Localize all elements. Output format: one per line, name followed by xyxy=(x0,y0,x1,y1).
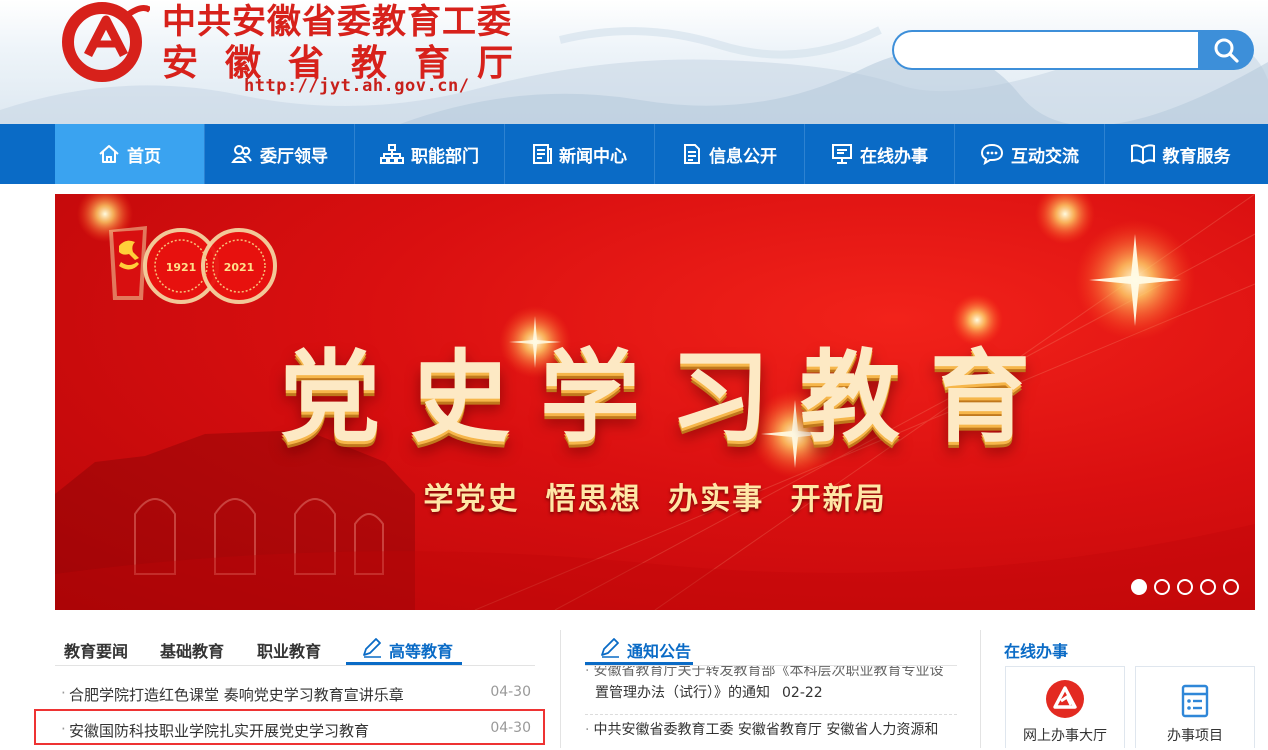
org-chart-icon xyxy=(380,144,404,164)
news-tabs: 教育要闻 基础教育 职业教育 高等教育 xyxy=(55,630,535,666)
nav-item-label: 新闻中心 xyxy=(559,146,627,167)
bullet-icon: · xyxy=(585,722,590,738)
carousel-dot-3[interactable] xyxy=(1177,579,1193,595)
notice-date: 02-22 xyxy=(782,685,823,701)
notice-item[interactable]: · 中共安徽省委教育工委 安徽省教育厅 安徽省人力资源和 xyxy=(585,719,957,741)
hero-banner[interactable]: 1921 2021 党史学习教育 学党史 悟思想 办实事 开新局 xyxy=(55,194,1255,610)
nav-item-interaction[interactable]: 互动交流 xyxy=(955,124,1105,184)
nav-item-label: 委厅领导 xyxy=(260,146,328,167)
tab-vocational-education[interactable]: 职业教育 xyxy=(257,638,321,662)
notice-line2: 置管理办法（试行）》的通知 xyxy=(595,685,770,701)
news-date: 04-30 xyxy=(490,684,531,700)
notice-line1: 安徽省教育厅关于转发教育部《本科层次职业教育专业设 xyxy=(593,666,944,679)
main-nav: 首页 委厅领导 职能部门 新闻中心 信息公开 在线办事 互动交流 教育服务 xyxy=(0,124,1268,184)
site-url: http://jyt.ah.gov.cn/ xyxy=(244,76,470,96)
carousel-dot-2[interactable] xyxy=(1154,579,1170,595)
pencil-icon xyxy=(601,638,619,658)
online-service-panel: 在线办事 网上办事大厅 办事项目 xyxy=(980,630,1255,748)
news-title: 合肥学院打造红色课堂 奏响党史学习教育宣讲乐章 xyxy=(69,686,404,704)
notice-title: 通知公告 xyxy=(627,642,692,661)
nav-item-label: 职能部门 xyxy=(411,146,479,167)
search-button[interactable] xyxy=(1198,30,1254,70)
service-label: 办事项目 xyxy=(1167,728,1223,744)
carousel-dot-4[interactable] xyxy=(1200,579,1216,595)
document-icon xyxy=(684,144,700,164)
tab-basic-education[interactable]: 基础教育 xyxy=(160,638,224,662)
nav-item-label: 在线办事 xyxy=(860,146,928,167)
search-input[interactable] xyxy=(892,30,1202,70)
search-icon xyxy=(1214,38,1239,63)
list-document-icon xyxy=(1181,684,1209,718)
active-tab-indicator xyxy=(346,662,462,665)
leaders-icon xyxy=(231,145,252,163)
chat-icon xyxy=(980,143,1004,165)
home-icon xyxy=(99,145,119,163)
nav-item-label: 教育服务 xyxy=(1162,146,1231,167)
notice-divider xyxy=(585,714,957,715)
nav-item-online-service[interactable]: 在线办事 xyxy=(805,124,955,184)
notice-title-underline xyxy=(585,662,693,665)
carousel-dots xyxy=(1131,579,1239,595)
banner-subtitle: 学党史 悟思想 办实事 开新局 xyxy=(423,482,887,517)
bullet-icon: · xyxy=(585,666,590,679)
service-items-card[interactable]: 办事项目 xyxy=(1135,666,1255,748)
divider xyxy=(560,630,561,748)
nav-item-news-center[interactable]: 新闻中心 xyxy=(505,124,655,184)
online-hall-card[interactable]: 网上办事大厅 xyxy=(1005,666,1125,748)
notice-panel: 通知公告 · 安徽省教育厅关于转发教育部《本科层次职业教育专业设 置管理办法（试行… xyxy=(585,630,957,748)
tab-higher-education[interactable]: 高等教育 xyxy=(363,638,454,662)
nav-item-departments[interactable]: 职能部门 xyxy=(355,124,505,184)
banner-title: 党史学习教育 xyxy=(280,339,1060,456)
book-icon xyxy=(1130,144,1155,165)
carousel-dot-5[interactable] xyxy=(1223,579,1239,595)
notice-line1: 中共安徽省委教育工委 安徽省教育厅 安徽省人力资源和 xyxy=(593,722,939,738)
selection-highlight xyxy=(34,709,545,745)
nav-item-edu-service[interactable]: 教育服务 xyxy=(1105,124,1255,184)
tab-label: 高等教育 xyxy=(389,642,454,661)
notice-item[interactable]: · 安徽省教育厅关于转发教育部《本科层次职业教育专业设 置管理办法（试行）》的通知… xyxy=(585,666,957,712)
ahzwfw-logo-icon xyxy=(1046,680,1084,718)
nav-item-label: 信息公开 xyxy=(709,146,777,167)
badge-year-end: 2021 xyxy=(224,261,255,274)
site-logo[interactable] xyxy=(58,0,150,82)
nav-item-info-disclosure[interactable]: 信息公开 xyxy=(655,124,805,184)
search-bar xyxy=(892,30,1254,70)
nav-item-home[interactable]: 首页 xyxy=(55,124,205,184)
tab-education-news[interactable]: 教育要闻 xyxy=(64,638,128,662)
bullet-icon: · xyxy=(61,684,66,702)
centenary-badge-icon: 1921 2021 xyxy=(109,226,277,304)
monitor-icon xyxy=(832,144,852,164)
nav-item-label: 首页 xyxy=(127,146,161,167)
news-icon xyxy=(533,144,552,164)
site-header: 中共安徽省委教育工委 安徽省教育厅 http://jyt.ah.gov.cn/ xyxy=(0,0,1268,124)
online-service-title: 在线办事 xyxy=(1004,642,1069,661)
pencil-icon xyxy=(363,638,381,658)
service-label: 网上办事大厅 xyxy=(1023,728,1107,744)
nav-item-label: 互动交流 xyxy=(1011,146,1079,167)
carousel-dot-1[interactable] xyxy=(1131,579,1147,595)
nav-item-leaders[interactable]: 委厅领导 xyxy=(205,124,355,184)
badge-year-start: 1921 xyxy=(166,261,197,274)
notice-header: 通知公告 xyxy=(585,630,957,666)
